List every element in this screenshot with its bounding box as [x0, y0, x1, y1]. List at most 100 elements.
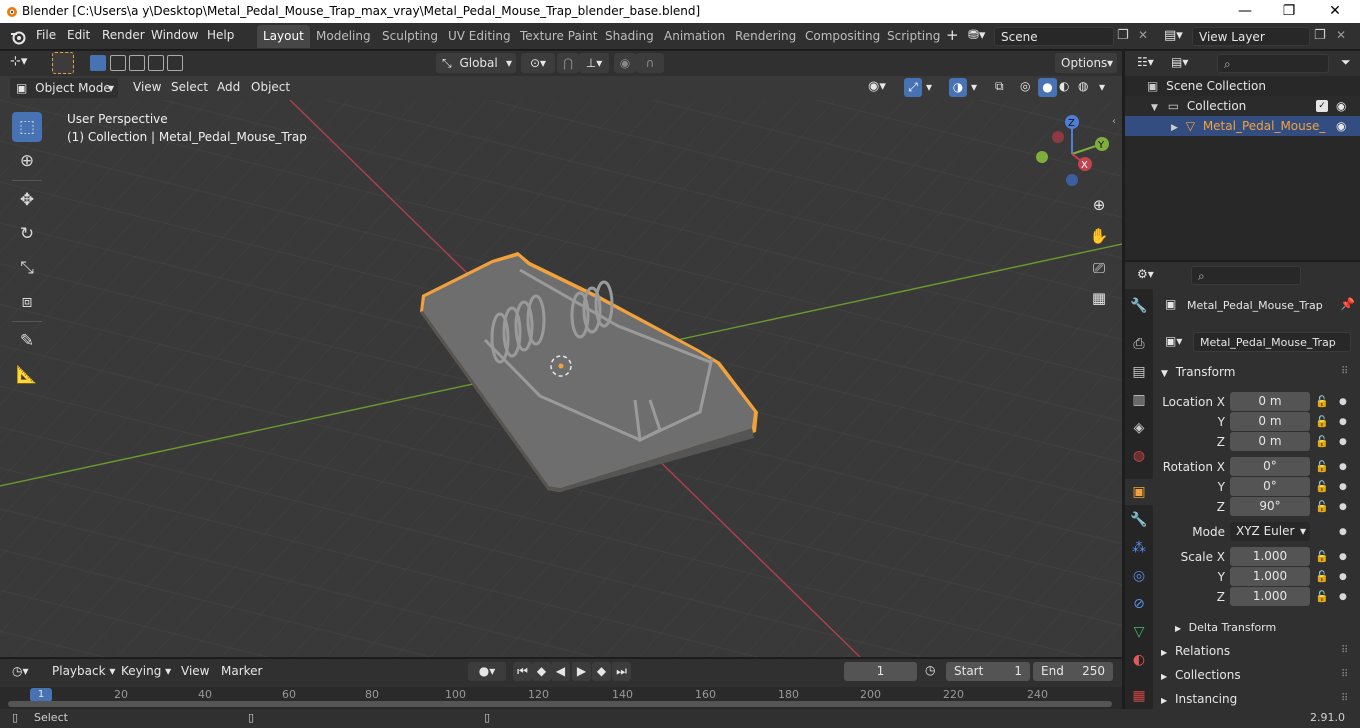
- scene-close-icon[interactable]: ✕: [1138, 28, 1148, 42]
- shading-dropdown-icon[interactable]: ▾: [1099, 80, 1105, 94]
- lock-rotation-y-icon[interactable]: 🔓: [1315, 480, 1329, 493]
- render-tab-icon[interactable]: ⎙: [1125, 331, 1153, 357]
- location-z-field[interactable]: 0 m: [1230, 432, 1310, 451]
- select-box-tool[interactable]: ⬚: [12, 112, 42, 142]
- transform-tool[interactable]: ⧈: [12, 287, 42, 317]
- object-data-selector-icon[interactable]: ▣▾: [1165, 334, 1182, 348]
- tool-tab-icon[interactable]: 🔧: [1125, 293, 1153, 319]
- scene-selector-icon[interactable]: ⛃▾: [968, 28, 992, 46]
- output-tab-icon[interactable]: ▤: [1125, 359, 1153, 385]
- timeline-menu-keying[interactable]: Keying ▾: [121, 664, 171, 678]
- snap-target-dropdown[interactable]: ⊥▾: [579, 53, 609, 73]
- sidebar-toggle-icon[interactable]: ‹: [1112, 116, 1116, 127]
- scene-name-field[interactable]: Scene: [994, 27, 1114, 46]
- jump-prev-keyframe-button[interactable]: ◆: [532, 662, 551, 681]
- object-tab-icon[interactable]: ▣: [1125, 479, 1153, 505]
- timeline-menu-marker[interactable]: Marker: [221, 664, 262, 678]
- proportional-edit-toggle[interactable]: ◉: [614, 53, 636, 73]
- selection-mode-extend-icon[interactable]: [110, 55, 126, 71]
- perspective-toggle-icon[interactable]: ▦: [1087, 286, 1111, 310]
- editor-type-icon[interactable]: ⊹▾: [10, 54, 27, 69]
- pan-hand-icon[interactable]: ✋: [1087, 224, 1111, 248]
- view-layer-selector-icon[interactable]: ▤▾: [1164, 28, 1183, 43]
- lock-location-x-icon[interactable]: 🔓: [1315, 395, 1329, 408]
- camera-view-icon[interactable]: ⎚: [1087, 256, 1111, 280]
- keyframe-location-x-icon[interactable]: ●: [1339, 397, 1347, 407]
- delta-transform-panel-header[interactable]: ▶ Delta Transform: [1175, 621, 1276, 634]
- selection-mode-subtract-icon[interactable]: [129, 55, 145, 71]
- collection-visibility-eye-icon[interactable]: ◉: [1336, 96, 1346, 116]
- lock-scale-y-icon[interactable]: 🔓: [1315, 570, 1329, 583]
- properties-search-input[interactable]: ⌕: [1191, 266, 1301, 285]
- tab-modeling[interactable]: Modeling: [310, 25, 377, 48]
- shading-solid-icon[interactable]: ●: [1038, 78, 1057, 97]
- transform-orientation-dropdown[interactable]: ⤡ Global ▾: [436, 53, 516, 73]
- view-layer-close-icon[interactable]: ✕: [1336, 28, 1346, 42]
- drag-handle-icon[interactable]: ⠿: [1341, 669, 1348, 680]
- view-layer-tab-icon[interactable]: ▥: [1125, 387, 1153, 413]
- keyframe-mode-icon[interactable]: ●: [1339, 527, 1347, 537]
- blender-menu-icon[interactable]: [10, 29, 26, 45]
- outliner-row-object[interactable]: ▶ ▽ Metal_Pedal_Mouse_ ◉: [1125, 116, 1360, 136]
- pivot-point-dropdown[interactable]: ⊙▾: [521, 53, 555, 73]
- rotation-z-field[interactable]: 90°: [1230, 497, 1310, 516]
- drag-handle-icon[interactable]: ⠿: [1341, 645, 1348, 656]
- timeline-ruler[interactable]: 1 20 40 60 80 100 120 140 160 180 200 22…: [0, 687, 1122, 709]
- tab-compositing[interactable]: Compositing: [799, 25, 886, 48]
- rotation-y-field[interactable]: 0°: [1230, 477, 1310, 496]
- jump-next-keyframe-button[interactable]: ◆: [592, 662, 611, 681]
- location-y-field[interactable]: 0 m: [1230, 412, 1310, 431]
- tab-layout[interactable]: Layout: [257, 25, 310, 48]
- keyframe-rotation-z-icon[interactable]: ●: [1339, 502, 1347, 512]
- object-name-field[interactable]: Metal_Pedal_Mouse_Trap: [1193, 332, 1351, 352]
- proportional-falloff-dropdown[interactable]: ∩: [636, 53, 664, 73]
- properties-editor-type-icon[interactable]: ⚙▾: [1137, 267, 1154, 281]
- tab-animation[interactable]: Animation: [658, 25, 731, 48]
- options-dropdown[interactable]: Options ▾: [1055, 53, 1117, 73]
- scale-x-field[interactable]: 1.000: [1230, 547, 1310, 566]
- tab-rendering[interactable]: Rendering: [729, 25, 802, 48]
- jump-end-button[interactable]: ⏭: [612, 662, 631, 681]
- outliner-display-mode-icon[interactable]: ▤▾: [1171, 55, 1188, 69]
- tab-uv-editing[interactable]: UV Editing: [442, 25, 517, 48]
- scene-tab-icon[interactable]: ◈: [1125, 415, 1153, 441]
- material-tab-icon[interactable]: ◐: [1125, 647, 1153, 673]
- keyframe-rotation-x-icon[interactable]: ●: [1339, 462, 1347, 472]
- play-reverse-button[interactable]: ◀: [551, 662, 570, 681]
- timeline-menu-view[interactable]: View: [181, 664, 209, 678]
- xray-toggle-icon[interactable]: ⧉: [995, 79, 1004, 94]
- shading-wireframe-icon[interactable]: ◎: [1020, 79, 1030, 93]
- outliner-editor-type-icon[interactable]: ☷▾: [1137, 55, 1154, 69]
- overlays-dropdown-icon[interactable]: ▾: [971, 80, 977, 94]
- overlays-toggle-icon[interactable]: ◑: [949, 78, 967, 97]
- lock-location-y-icon[interactable]: 🔓: [1315, 415, 1329, 428]
- selection-mode-new-icon[interactable]: [90, 55, 106, 71]
- texture-tab-icon[interactable]: ▦: [1125, 683, 1153, 709]
- maximize-button[interactable]: ❐: [1266, 0, 1312, 23]
- collection-checkbox[interactable]: ✓: [1316, 100, 1328, 112]
- rotation-x-field[interactable]: 0°: [1230, 457, 1310, 476]
- lock-scale-x-icon[interactable]: 🔓: [1315, 550, 1329, 563]
- lock-rotation-z-icon[interactable]: 🔓: [1315, 500, 1329, 513]
- lock-rotation-x-icon[interactable]: 🔓: [1315, 460, 1329, 473]
- location-x-field[interactable]: 0 m: [1230, 392, 1310, 411]
- transform-panel-header[interactable]: ▼ Transform: [1161, 365, 1235, 379]
- object-visibility-eye-icon[interactable]: ◉: [1336, 116, 1346, 136]
- keyframe-scale-z-icon[interactable]: ●: [1339, 592, 1347, 602]
- scale-y-field[interactable]: 1.000: [1230, 567, 1310, 586]
- minimize-button[interactable]: —: [1222, 0, 1268, 23]
- viewport-menu-object[interactable]: Object: [251, 80, 290, 94]
- close-window-button[interactable]: ✕: [1312, 0, 1358, 23]
- preview-range-clock-icon[interactable]: ◷: [925, 663, 935, 677]
- viewport-menu-add[interactable]: Add: [217, 80, 240, 94]
- select-box-tool-icon[interactable]: [52, 52, 74, 74]
- outliner-row-collection[interactable]: ▼ ▭ Collection ✓ ◉: [1125, 96, 1360, 116]
- filter-icon[interactable]: ⏷: [1341, 55, 1351, 70]
- annotate-tool[interactable]: ✎: [12, 326, 42, 356]
- zoom-icon[interactable]: ⊕: [1087, 193, 1111, 217]
- cursor-tool[interactable]: ⊕: [12, 146, 42, 176]
- move-tool[interactable]: ✥: [12, 185, 42, 215]
- tab-sculpting[interactable]: Sculpting: [376, 25, 444, 48]
- auto-keying-toggle[interactable]: ●▾: [468, 662, 506, 681]
- measure-tool[interactable]: 📐: [12, 360, 42, 390]
